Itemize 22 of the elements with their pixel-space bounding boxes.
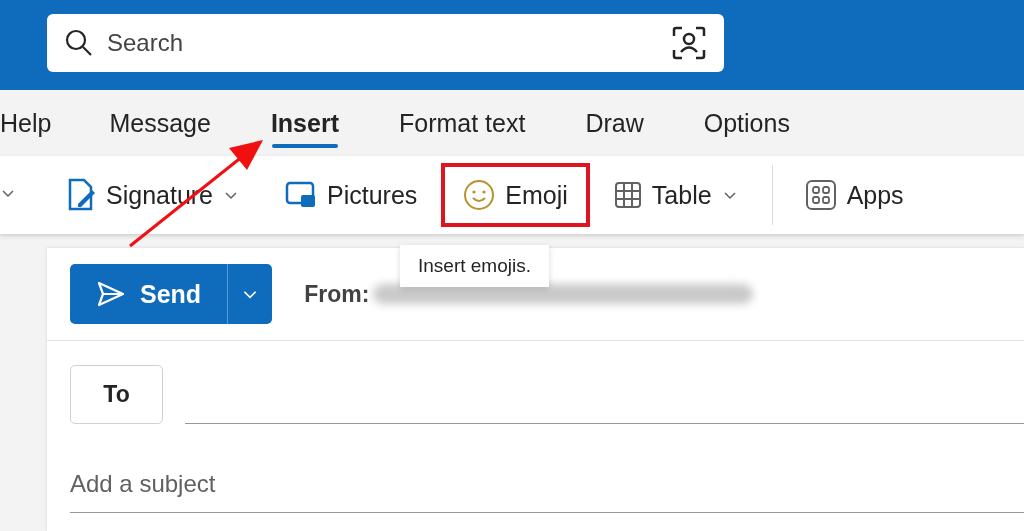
tooltip: Insert emojis. <box>400 245 549 287</box>
to-button[interactable]: To <box>70 365 163 424</box>
table-button[interactable]: Table <box>591 163 760 227</box>
ribbon-tab[interactable]: Message <box>79 90 241 156</box>
subject-field[interactable]: Add a subject <box>70 470 1024 513</box>
scan-person-icon <box>672 26 706 60</box>
ribbon-tab[interactable]: Draw <box>555 90 674 156</box>
search-box[interactable]: Search <box>47 14 724 72</box>
ribbon-tab[interactable]: Insert <box>240 90 369 156</box>
smiley-icon <box>463 179 496 211</box>
pictures-button[interactable]: Pictures <box>263 163 440 227</box>
ribbon-tab[interactable]: Format text <box>368 90 556 156</box>
table-icon <box>613 181 642 209</box>
send-icon <box>96 280 126 308</box>
emoji-button[interactable]: Emoji <box>441 163 590 227</box>
apps-button[interactable]: Apps <box>782 163 926 227</box>
ribbon-tab[interactable]: Help <box>0 90 80 156</box>
apps-icon <box>804 179 837 211</box>
pictures-icon <box>285 181 318 209</box>
from-label: From: <box>304 280 370 308</box>
search-icon <box>65 29 93 57</box>
ribbon-tab[interactable]: Options <box>673 90 820 156</box>
